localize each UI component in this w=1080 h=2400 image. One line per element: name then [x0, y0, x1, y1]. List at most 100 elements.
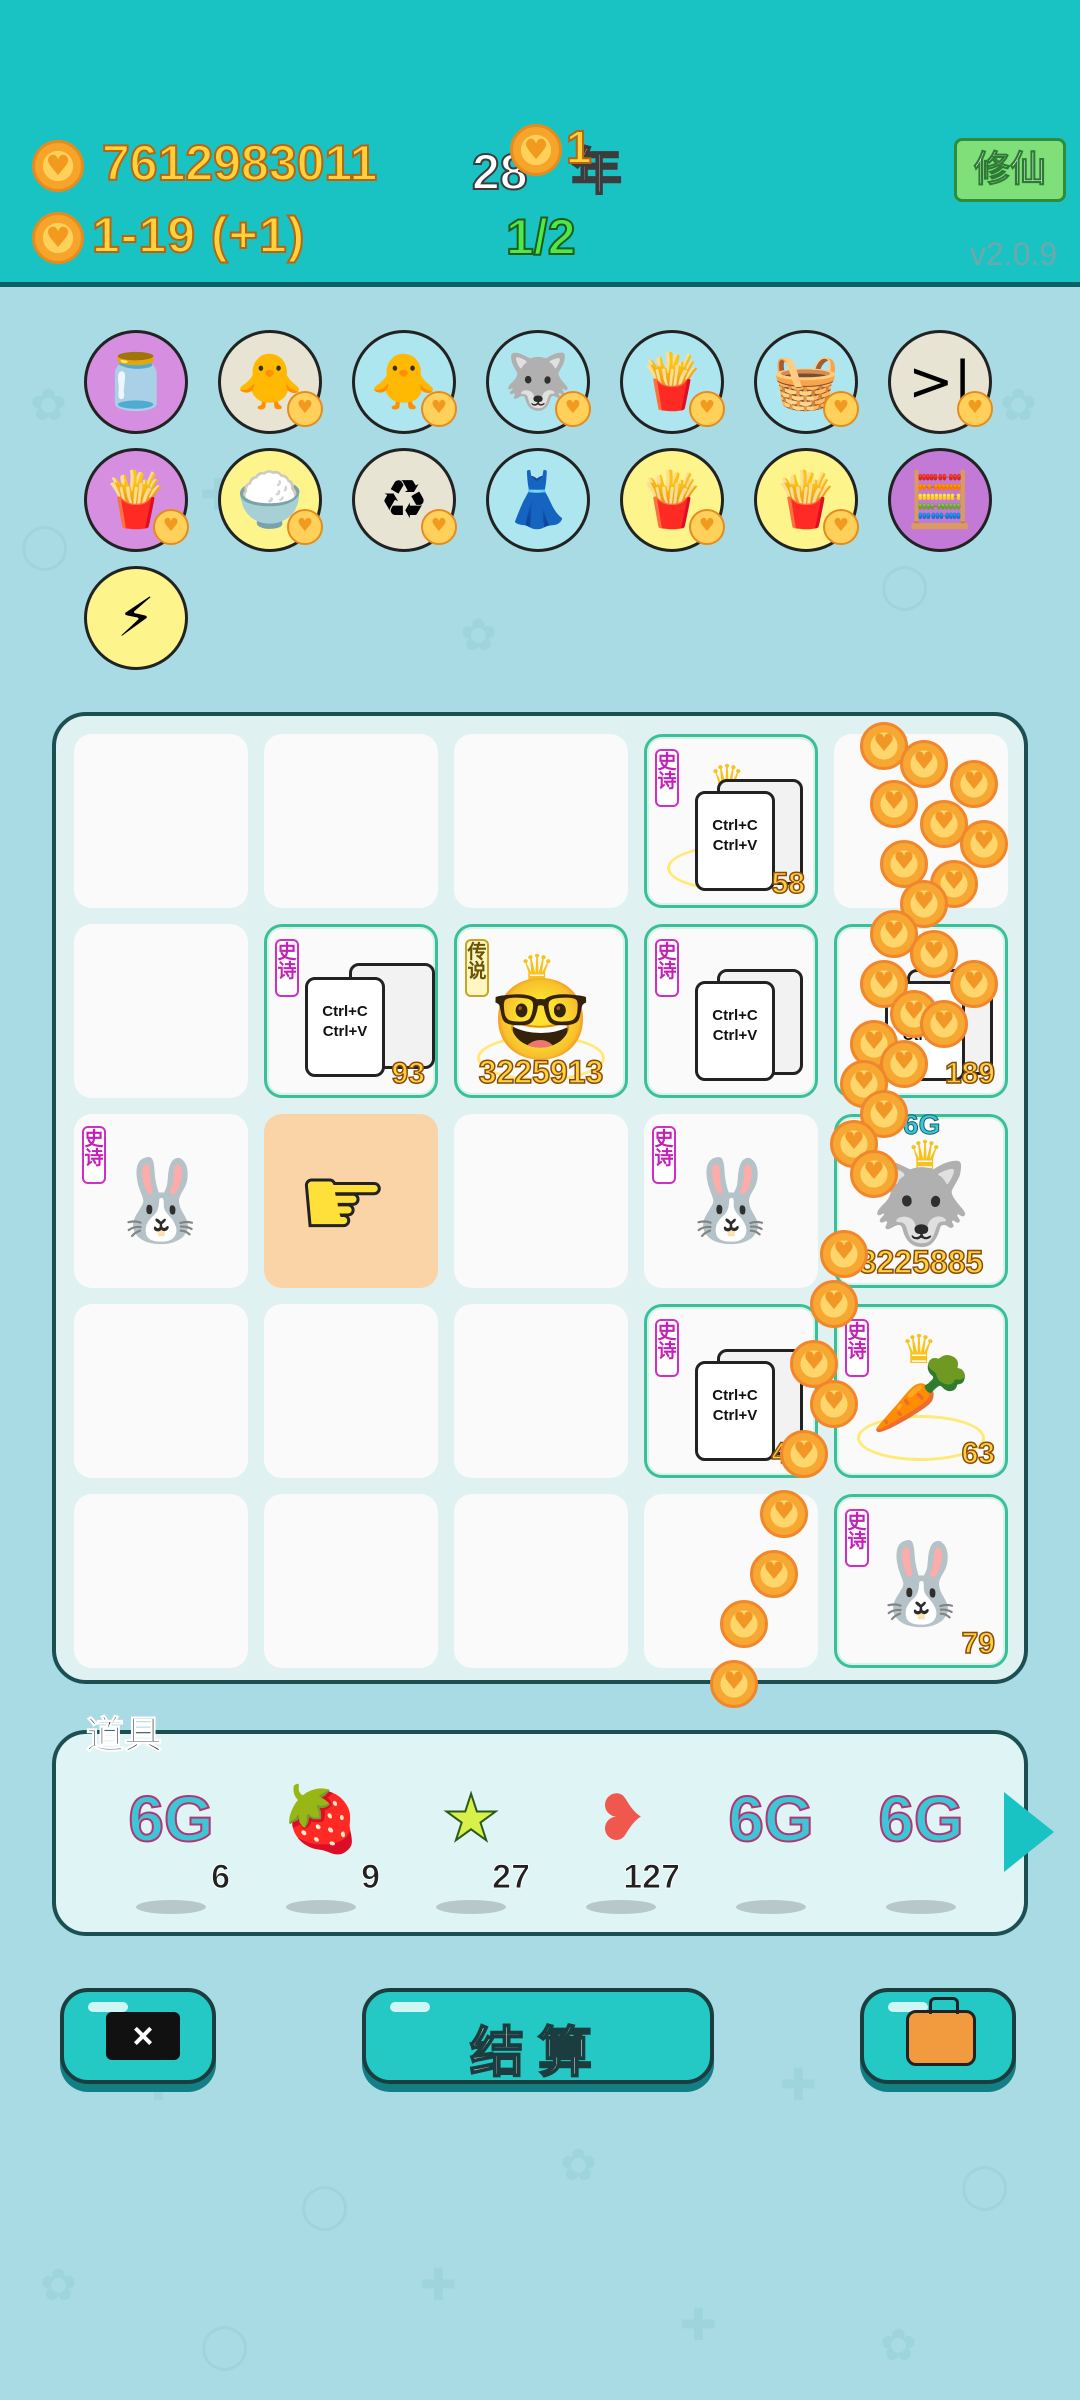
heart-coin-badge-icon: ♥ — [287, 509, 323, 545]
cultivate-button[interactable]: 修仙 — [954, 138, 1066, 202]
6g-icon: 6G — [127, 1782, 214, 1856]
coin-rate-icon — [32, 212, 84, 264]
top-status-bar: 7612983011 1-19 (+1) 28年 1 1/2 修仙 v2.0.9 — [0, 0, 1080, 287]
jar-icon[interactable]: 🫙 — [84, 330, 188, 434]
board-cell-empty[interactable] — [454, 1304, 628, 1478]
heart-coin-badge-icon: ♥ — [153, 509, 189, 545]
fries-icon-2[interactable]: 🍟 ♥ — [84, 448, 189, 552]
fries-icon-3[interactable]: 🍟 ♥ — [620, 448, 725, 552]
skirt-icon[interactable]: 👗 — [486, 448, 590, 552]
prop-shadow — [136, 1900, 206, 1914]
flying-coin-icon — [900, 740, 948, 788]
board-tile-copy-paste[interactable]: 史诗 Ctrl+C Ctrl+V — [644, 924, 818, 1098]
prop-item-6g[interactable]: 6G 6 — [106, 1774, 236, 1924]
flying-coin-icon — [720, 1600, 768, 1648]
prop-shadow — [736, 1900, 806, 1914]
lychee-icon: 🍓 — [281, 1783, 361, 1857]
board-cell-empty[interactable] — [74, 924, 248, 1098]
heart-coin-badge-icon: ♥ — [287, 391, 323, 427]
prop-item-lychee[interactable]: 🍓 9 — [256, 1774, 386, 1924]
board-cell-empty[interactable] — [454, 734, 628, 908]
heart-coin-badge-icon: ♥ — [421, 509, 457, 545]
epic-tag: 史诗 — [655, 1319, 679, 1377]
board-tile-rabbit-house[interactable]: 史诗 🐰 — [74, 1114, 248, 1288]
copy-paste-card: Ctrl+CCtrl+V — [695, 1361, 775, 1461]
flying-coin-icon — [950, 960, 998, 1008]
fries-icon-4[interactable]: 🍟 ♥ — [754, 448, 859, 552]
fries-icon[interactable]: 🍟 ♥ — [620, 330, 725, 434]
tile-level: 79 — [961, 1626, 996, 1661]
board-tile-copy-paste[interactable]: 史诗 Ctrl+C Ctrl+V 93 — [264, 924, 438, 1098]
board-cell-empty[interactable] — [264, 734, 438, 908]
board-cell-empty[interactable] — [454, 1114, 628, 1288]
board-cell-empty[interactable] — [264, 1494, 438, 1668]
prop-item-star[interactable]: ★ 27 — [406, 1774, 536, 1924]
settle-button[interactable]: 结算 — [362, 1988, 714, 2084]
math-head-icon-glyph: 🧮 — [906, 468, 974, 531]
lightning-icon[interactable]: ⚡ — [84, 566, 188, 670]
board-cell-empty[interactable] — [264, 1304, 438, 1478]
settle-label: 结算 — [469, 2022, 606, 2084]
fruit-basket-icon[interactable]: 🧺 ♥ — [754, 330, 859, 434]
props-panel: 6G 6 🍓 9 ★ 27 ❥ 127 6G 6G — [52, 1730, 1028, 1936]
board-cell-empty[interactable] — [454, 1494, 628, 1668]
board-cell-selected[interactable]: ☛ — [264, 1114, 438, 1288]
skirt-icon-glyph: 👗 — [504, 468, 572, 531]
tile-level: 189 — [944, 1056, 996, 1091]
heart-coin-badge-icon: ♥ — [823, 391, 859, 427]
chick-egg-icon-2[interactable]: 🐥 ♥ — [352, 330, 457, 434]
prop-shadow — [886, 1900, 956, 1914]
skip-icon[interactable]: >| ♥ — [888, 330, 993, 434]
epic-tag: 史诗 — [275, 939, 299, 997]
husky-icon[interactable]: 🐺 ♥ — [486, 330, 591, 434]
board-tile-carrot[interactable]: 史诗 ♛ 🥕 63 — [834, 1304, 1008, 1478]
chick-egg-icon[interactable]: 🐥 ♥ — [218, 330, 323, 434]
heart-coin-badge-icon: ♥ — [689, 391, 725, 427]
heart-coin-badge-icon: ♥ — [823, 509, 859, 545]
flying-coin-icon — [820, 1230, 868, 1278]
prop-item-6g[interactable]: 6G — [856, 1774, 986, 1924]
epic-tag: 史诗 — [655, 749, 679, 807]
heart-coin-badge-icon: ♥ — [555, 391, 591, 427]
prop-item-6g[interactable]: 6G — [706, 1774, 836, 1924]
pointing-hand-icon: ☛ — [297, 1143, 390, 1263]
year-increment-popup: 1 — [565, 120, 593, 174]
jar-icon-glyph: 🫙 — [102, 350, 170, 413]
flying-coin-icon — [810, 1380, 858, 1428]
prop-count: 9 — [361, 1858, 381, 1897]
board-tile-rabbit-house[interactable]: 史诗 🐰 — [644, 1114, 818, 1288]
lightning-icon-glyph: ⚡ — [117, 586, 155, 649]
tile-level: 63 — [961, 1436, 996, 1471]
recycle-icon[interactable]: ♻ ♥ — [352, 448, 457, 552]
board-cell-empty[interactable] — [74, 1304, 248, 1478]
board-tile-legend-man[interactable]: 传说 ♛ 🤓 3225913 — [454, 924, 628, 1098]
props-title: 道具 — [85, 1715, 163, 1758]
flying-coin-icon — [780, 1430, 828, 1478]
rabbit-house-icon: 🐰 — [681, 1154, 781, 1247]
flying-coin-icon — [920, 1000, 968, 1048]
rice-bowl-icon[interactable]: 🍚 ♥ — [218, 448, 323, 552]
flying-coin-icon — [710, 1660, 758, 1708]
tile-level: 93 — [391, 1056, 426, 1091]
prop-shadow — [436, 1900, 506, 1914]
prop-item-liver[interactable]: ❥ 127 — [556, 1774, 686, 1924]
math-head-icon[interactable]: 🧮 — [888, 448, 992, 552]
flying-coin-icon — [810, 1280, 858, 1328]
board-cell-empty[interactable] — [74, 1494, 248, 1668]
carrot-icon: 🥕 — [871, 1347, 971, 1440]
flying-coin-icon — [760, 1490, 808, 1538]
rabbit-house-icon: 🐰 — [871, 1537, 971, 1630]
flying-coin-icon — [750, 1550, 798, 1598]
props-next-arrow-icon[interactable] — [1004, 1792, 1054, 1872]
prop-count: 127 — [623, 1858, 681, 1897]
coin-icon — [32, 140, 84, 192]
money-counter: 7612983011 — [101, 134, 378, 192]
copy-paste-card: Ctrl+CCtrl+V — [695, 791, 775, 891]
star-icon: ★ — [441, 1781, 500, 1857]
close-button[interactable]: × — [60, 1988, 216, 2084]
board-tile-copy-paste[interactable]: 史诗 ♛ Ctrl+CCtrl+V 58 — [644, 734, 818, 908]
board-cell-empty[interactable] — [74, 734, 248, 908]
board-tile-rabbit-house[interactable]: 史诗 🐰 79 — [834, 1494, 1008, 1668]
bag-button[interactable] — [860, 1988, 1016, 2084]
income-rate: 1-19 (+1) — [91, 206, 306, 264]
